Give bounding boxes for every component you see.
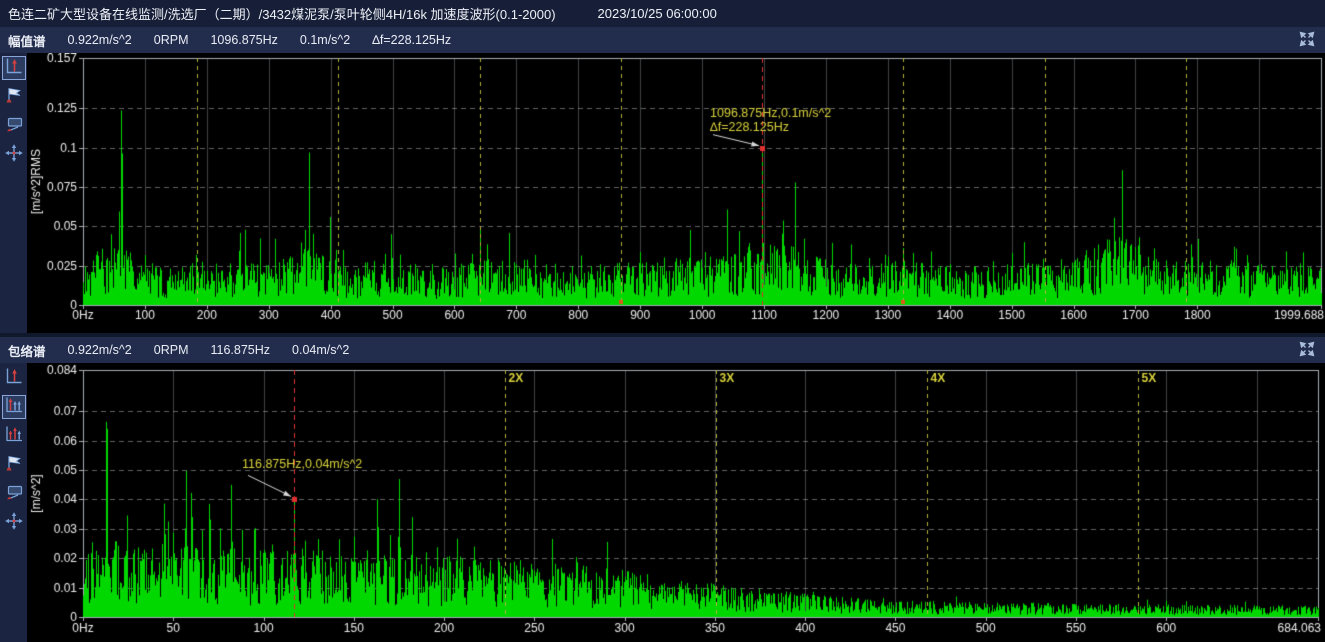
title-bar: 色连二矿大型设备在线监测/洗选厂（二期）/3432煤泥泵/泵叶轮侧4H/16k … (0, 0, 1325, 27)
sideband-cursor-tool[interactable] (2, 424, 26, 448)
single-cursor-tool[interactable] (2, 366, 26, 390)
expand-button[interactable] (1298, 31, 1316, 49)
flag-marker-tool[interactable] (2, 453, 26, 477)
rpm-value: 0RPM (154, 343, 189, 357)
envelope-spectrum-header: 包络谱 0.922m/s^2 0RPM 116.875Hz 0.04m/s^2 (0, 337, 1325, 363)
delta-frequency-value: ∆f=228.125Hz (372, 33, 451, 47)
envelope-spectrum-panel (0, 363, 1325, 642)
pan-icon (4, 511, 24, 536)
harmonic-cursor-icon (4, 395, 24, 420)
pan-tool[interactable] (2, 511, 26, 535)
page-title: 色连二矿大型设备在线监测/洗选厂（二期）/3432煤泥泵/泵叶轮侧4H/16k … (8, 4, 556, 23)
amplitude-spectrum-header: 幅值谱 0.922m/s^2 0RPM 1096.875Hz 0.1m/s^2 … (0, 27, 1325, 53)
pan-tool[interactable] (2, 143, 26, 167)
cursor-amplitude-value: 0.04m/s^2 (292, 343, 349, 357)
flag-icon (4, 85, 24, 110)
rms-value: 0.922m/s^2 (68, 343, 132, 357)
envelope-spectrum-chart[interactable] (27, 363, 1325, 642)
flag-icon (4, 453, 24, 478)
envelope-tool-strip (0, 363, 27, 642)
flag-marker-tool[interactable] (2, 85, 26, 109)
cursor-frequency-value: 116.875Hz (210, 343, 270, 357)
amplitude-spectrum-panel (0, 53, 1325, 333)
spectrum-type-label: 包络谱 (8, 341, 46, 360)
expand-icon (1299, 31, 1315, 50)
expand-button[interactable] (1298, 341, 1316, 359)
single-cursor-icon (4, 366, 24, 391)
amplitude-tool-strip (0, 53, 27, 333)
label-callout-icon (4, 114, 24, 139)
rpm-value: 0RPM (154, 33, 189, 47)
pan-icon (4, 143, 24, 168)
label-callout-tool[interactable] (2, 114, 26, 138)
cursor-frequency-value: 1096.875Hz (210, 33, 277, 47)
single-cursor-tool[interactable] (2, 56, 26, 80)
rms-value: 0.922m/s^2 (68, 33, 132, 47)
cursor-amplitude-value: 0.1m/s^2 (300, 33, 350, 47)
label-callout-icon (4, 482, 24, 507)
spectrum-type-label: 幅值谱 (8, 31, 46, 50)
label-callout-tool[interactable] (2, 482, 26, 506)
sideband-cursor-icon (4, 424, 24, 449)
amplitude-spectrum-chart[interactable] (27, 53, 1325, 333)
timestamp: 2023/10/25 06:00:00 (598, 6, 717, 21)
single-cursor-icon (4, 56, 24, 81)
expand-icon (1299, 341, 1315, 360)
harmonic-cursor-tool[interactable] (2, 395, 26, 419)
